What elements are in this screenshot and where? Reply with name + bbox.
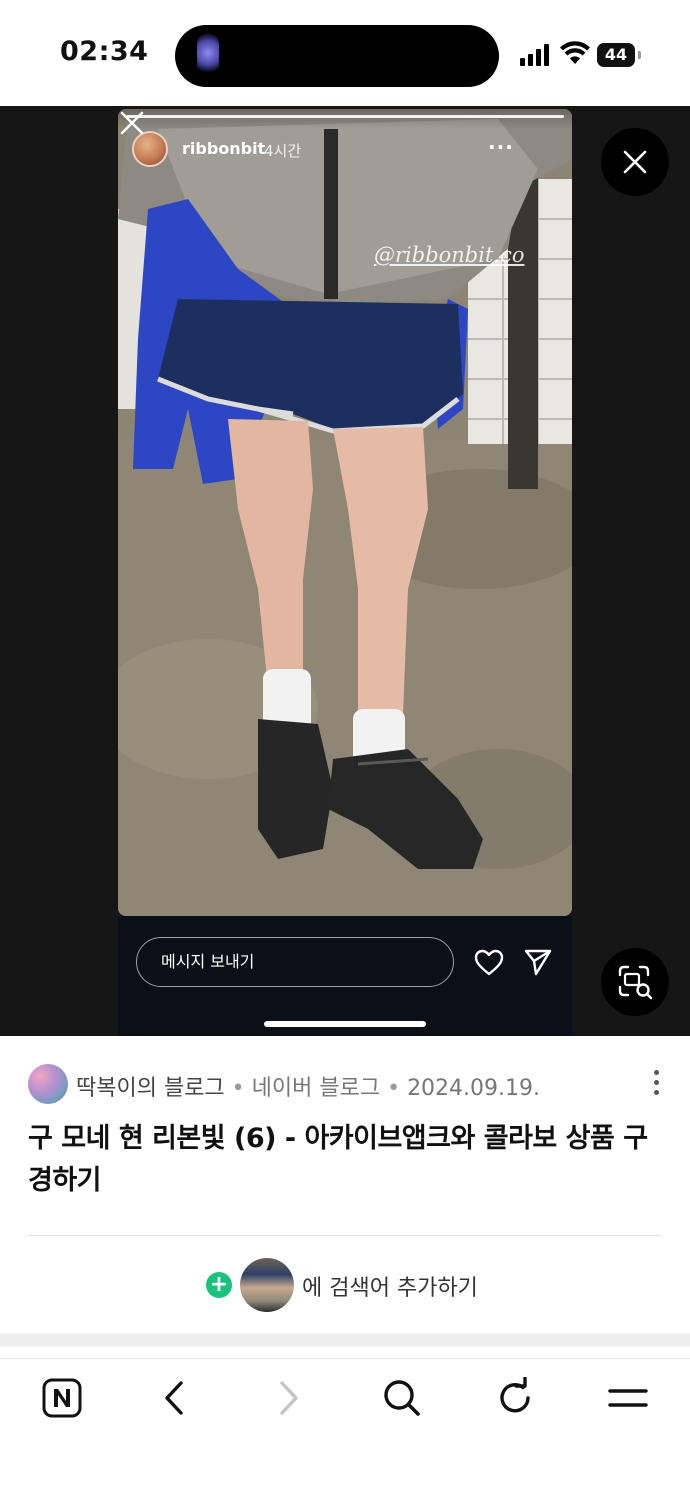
- blog-date: 2024.09.19.: [407, 1076, 541, 1101]
- search-button[interactable]: [372, 1377, 432, 1427]
- status-bar: 02:34 44: [0, 0, 690, 106]
- story-top-gradient: [118, 109, 572, 129]
- naver-home-button[interactable]: [32, 1377, 92, 1427]
- close-icon: [623, 150, 647, 174]
- naver-home-icon: [42, 1378, 82, 1418]
- story-photo: [118, 109, 572, 916]
- image-search-button[interactable]: [601, 948, 669, 1016]
- message-input[interactable]: 메시지 보내기: [136, 937, 454, 987]
- search-icon: [384, 1380, 420, 1416]
- story-footer: 메시지 보내기: [118, 916, 572, 1036]
- separator: •: [224, 1076, 252, 1101]
- cellular-signal-icon: [520, 44, 552, 66]
- back-icon: [165, 1381, 183, 1415]
- heart-icon[interactable]: [474, 949, 504, 977]
- separator: •: [380, 1076, 408, 1101]
- forward-button[interactable]: [258, 1377, 318, 1427]
- lens-search-icon: [618, 965, 653, 1000]
- wifi-icon: [560, 41, 590, 64]
- more-options-icon[interactable]: [652, 1070, 660, 1100]
- send-icon[interactable]: [524, 948, 552, 976]
- dynamic-island: [175, 25, 499, 87]
- image-viewer: ribbonbit 4시간 ··· @ribbonbit.co 메시지 보내기: [0, 106, 690, 1036]
- story-close-icon[interactable]: [118, 109, 146, 137]
- blog-meta: 딱복이의 블로그 • 네이버 블로그 • 2024.09.19.: [28, 1064, 668, 1106]
- viewer-close-button[interactable]: [601, 128, 669, 196]
- menu-button[interactable]: [598, 1377, 658, 1427]
- browser-toolbar: [0, 1358, 690, 1501]
- refresh-icon: [500, 1377, 530, 1413]
- battery-icon: 44: [597, 43, 635, 67]
- blog-title[interactable]: 구 모네 현 리본빛 (6) - 아카이브앱크와 콜라보 상품 구경하기: [28, 1118, 658, 1202]
- status-time: 02:34: [60, 36, 149, 67]
- section-gap: [0, 1333, 690, 1347]
- blog-platform: 네이버 블로그: [251, 1076, 381, 1101]
- story-username[interactable]: ribbonbit: [182, 139, 265, 158]
- forward-icon: [280, 1381, 298, 1415]
- back-button[interactable]: [145, 1377, 205, 1427]
- add-keyword-button[interactable]: + 에 검색어 추가하기: [0, 1256, 690, 1312]
- refresh-button[interactable]: [485, 1377, 545, 1427]
- menu-icon: [608, 1389, 648, 1407]
- story-home-indicator: [264, 1021, 426, 1027]
- story-image[interactable]: ribbonbit 4시간 ··· @ribbonbit.co: [118, 109, 572, 916]
- story-more-icon[interactable]: ···: [488, 135, 514, 159]
- blog-avatar[interactable]: [28, 1064, 68, 1104]
- plus-icon: +: [206, 1272, 232, 1298]
- story-watermark: @ribbonbit.co: [374, 243, 525, 267]
- blog-source-line[interactable]: 딱복이의 블로그 • 네이버 블로그 • 2024.09.19.: [76, 1070, 540, 1102]
- add-keyword-label: 에 검색어 추가하기: [302, 1276, 478, 1301]
- keyword-thumbnail: [240, 1258, 294, 1312]
- divider: [28, 1235, 662, 1236]
- battery-cap: [638, 51, 641, 59]
- flashlight-indicator-icon: [197, 33, 219, 77]
- story-time-ago: 4시간: [264, 142, 302, 160]
- story-progress-bar: [126, 115, 564, 118]
- blog-source-name[interactable]: 딱복이의 블로그: [76, 1076, 225, 1101]
